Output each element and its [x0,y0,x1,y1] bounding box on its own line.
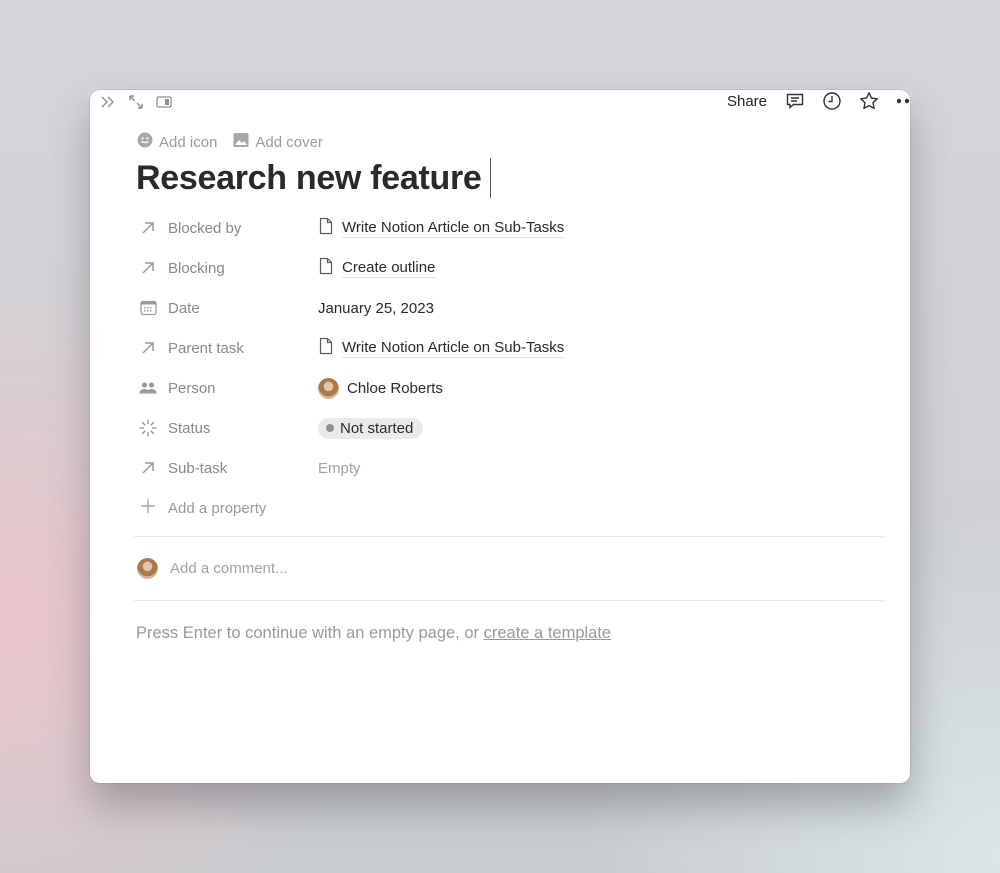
property-row-sub-task: Sub-task Empty [138,448,878,488]
property-row-blocked-by: Blocked by Write Notion Article on Sub-T… [138,208,878,248]
arrow-up-right-icon [138,218,158,238]
status-spinner-icon [138,418,158,438]
person-value[interactable]: Chloe Roberts [318,377,443,399]
property-key-label: Parent task [168,339,244,357]
property-row-blocking: Blocking Create outline [138,248,878,288]
property-row-parent-task: Parent task Write Notion Article on Sub-… [138,328,878,368]
status-text: Not started [340,419,414,437]
property-key-label: Blocking [168,259,225,277]
add-icon-button[interactable]: Add icon [137,132,217,152]
empty-page-hint: Press Enter to continue with an empty pa… [136,624,611,643]
divider [134,536,886,537]
avatar [137,558,158,579]
arrow-up-right-icon [138,458,158,478]
create-template-link[interactable]: create a template [484,624,612,642]
arrow-up-right-icon [138,258,158,278]
add-icon-label: Add icon [159,133,218,151]
page-doc-icon [318,337,334,359]
relation-link[interactable]: Write Notion Article on Sub-Tasks [318,337,565,359]
relation-link-text: Write Notion Article on Sub-Tasks [342,338,565,358]
comment-placeholder: Add a comment... [170,560,288,577]
expand-arrows-icon[interactable] [128,94,144,110]
add-cover-button[interactable]: Add cover [233,132,323,152]
add-cover-label: Add cover [255,133,323,151]
property-key-label: Sub-task [168,459,228,477]
property-key-label: Status [168,419,211,437]
relation-link-text: Write Notion Article on Sub-Tasks [342,218,565,238]
page-doc-icon [318,257,334,279]
divider [134,600,886,601]
property-key-label: Person [168,379,216,397]
star-icon[interactable] [859,91,879,111]
add-property-label: Add a property [168,499,267,517]
double-chevron-right-icon[interactable] [100,94,116,110]
page-doc-icon [318,217,334,239]
side-peek-icon[interactable] [156,94,172,110]
comment-input[interactable]: Add a comment... [137,558,288,579]
status-badge[interactable]: Not started [318,417,424,439]
notion-page-window: Share Add icon Add cover Research new fe… [90,90,910,783]
avatar [318,377,339,399]
property-key-label: Date [168,299,200,317]
properties-list: Blocked by Write Notion Article on Sub-T… [138,208,878,528]
sub-task-value[interactable]: Empty [318,460,361,477]
arrow-up-right-icon [138,338,158,358]
property-key[interactable]: Blocking [138,258,318,278]
property-key[interactable]: Status [138,418,318,438]
empty-placeholder: Empty [318,459,361,477]
top-bar: Share [90,90,910,114]
page-actions: Add icon Add cover [137,132,323,152]
plus-icon [138,496,158,520]
share-button[interactable]: Share [727,93,767,110]
image-icon [233,132,249,152]
comment-icon[interactable] [785,91,805,111]
relation-link[interactable]: Create outline [318,257,436,279]
property-row-date: Date January 25, 2023 [138,288,878,328]
property-key-label: Blocked by [168,219,242,237]
page-title[interactable]: Research new feature [136,158,491,198]
property-key[interactable]: Date [138,298,318,318]
more-dots-icon[interactable] [896,91,910,111]
status-dot [326,424,334,432]
property-key[interactable]: Sub-task [138,458,318,478]
page-title-text[interactable]: Research new feature [136,159,482,198]
date-value[interactable]: January 25, 2023 [318,300,434,317]
text-cursor [489,158,491,198]
add-property-button[interactable]: Add a property [138,488,878,528]
relation-link-text: Create outline [342,258,436,278]
property-key[interactable]: Parent task [138,338,318,358]
property-key[interactable]: Person [138,378,318,398]
date-text: January 25, 2023 [318,299,434,317]
clock-history-icon[interactable] [822,91,842,111]
property-row-person: Person Chloe Roberts [138,368,878,408]
hint-text: Press Enter to continue with an empty pa… [136,624,484,642]
people-icon [138,378,158,398]
relation-link[interactable]: Write Notion Article on Sub-Tasks [318,217,565,239]
person-name: Chloe Roberts [347,379,443,397]
smiley-icon [137,132,153,152]
property-row-status: Status Not started [138,408,878,448]
property-key[interactable]: Blocked by [138,218,318,238]
calendar-icon [138,298,158,318]
